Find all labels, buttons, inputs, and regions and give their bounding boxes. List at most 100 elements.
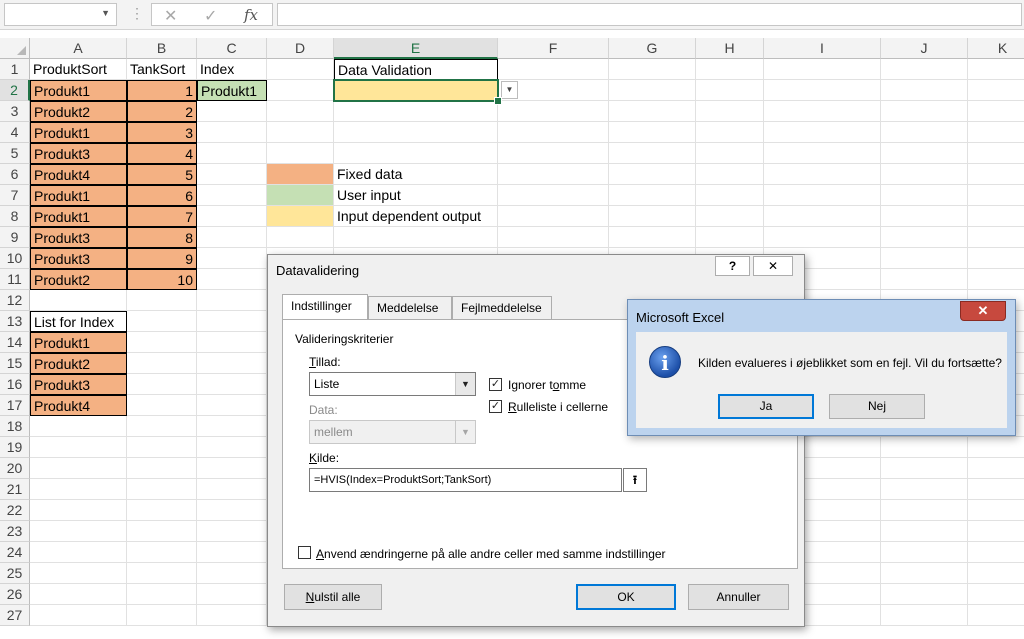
source-input[interactable]: =HVIS(Index=ProduktSort;TankSort) [309, 468, 622, 492]
cell-b2[interactable]: 1 [127, 80, 197, 101]
cell-k23[interactable] [968, 521, 1024, 542]
cell-a14[interactable]: Produkt1 [30, 332, 127, 353]
cell-f8[interactable] [498, 206, 609, 227]
cell-i6[interactable] [764, 164, 881, 185]
cell-a13[interactable]: List for Index [30, 311, 127, 332]
cell-c24[interactable] [197, 542, 267, 563]
column-header-a[interactable]: A [30, 38, 127, 59]
cancel-icon[interactable]: ✕ [164, 6, 177, 26]
cell-c25[interactable] [197, 563, 267, 584]
cell-c10[interactable] [197, 248, 267, 269]
cell-c22[interactable] [197, 500, 267, 521]
cell-j19[interactable] [881, 437, 968, 458]
cell-f3[interactable] [498, 101, 609, 122]
cell-d7[interactable] [267, 185, 334, 206]
cell-j7[interactable] [881, 185, 968, 206]
row-header-12[interactable]: 12 [0, 290, 30, 311]
cell-b4[interactable]: 3 [127, 122, 197, 143]
cell-c3[interactable] [197, 101, 267, 122]
column-header-b[interactable]: B [127, 38, 197, 59]
row-header-27[interactable]: 27 [0, 605, 30, 626]
cell-g3[interactable] [609, 101, 696, 122]
cell-b14[interactable] [127, 332, 197, 353]
row-header-16[interactable]: 16 [0, 374, 30, 395]
cell-d8[interactable] [267, 206, 334, 227]
cell-d1[interactable] [267, 59, 334, 80]
row-header-15[interactable]: 15 [0, 353, 30, 374]
row-header-19[interactable]: 19 [0, 437, 30, 458]
cell-i8[interactable] [764, 206, 881, 227]
cell-j10[interactable] [881, 248, 968, 269]
cell-c27[interactable] [197, 605, 267, 626]
column-header-f[interactable]: F [498, 38, 609, 59]
cell-f4[interactable] [498, 122, 609, 143]
row-header-4[interactable]: 4 [0, 122, 30, 143]
cell-g9[interactable] [609, 227, 696, 248]
cell-j25[interactable] [881, 563, 968, 584]
row-header-18[interactable]: 18 [0, 416, 30, 437]
cell-c7[interactable] [197, 185, 267, 206]
insert-function-icon[interactable]: fx [244, 6, 258, 24]
column-header-i[interactable]: I [764, 38, 881, 59]
cell-i4[interactable] [764, 122, 881, 143]
cell-a15[interactable]: Produkt2 [30, 353, 127, 374]
row-header-7[interactable]: 7 [0, 185, 30, 206]
no-button[interactable]: Nej [829, 394, 925, 419]
cell-c20[interactable] [197, 458, 267, 479]
cell-b16[interactable] [127, 374, 197, 395]
row-header-13[interactable]: 13 [0, 311, 30, 332]
cell-i7[interactable] [764, 185, 881, 206]
cell-c19[interactable] [197, 437, 267, 458]
cell-e1[interactable]: Data Validation [334, 59, 498, 80]
cell-h2[interactable] [696, 80, 764, 101]
cell-j2[interactable] [881, 80, 968, 101]
row-header-1[interactable]: 1 [0, 59, 30, 80]
cell-b10[interactable]: 9 [127, 248, 197, 269]
cell-c14[interactable] [197, 332, 267, 353]
cell-d9[interactable] [267, 227, 334, 248]
cell-c12[interactable] [197, 290, 267, 311]
row-header-20[interactable]: 20 [0, 458, 30, 479]
cell-c2[interactable]: Produkt1 [197, 80, 267, 101]
cell-a16[interactable]: Produkt3 [30, 374, 127, 395]
cell-g6[interactable] [609, 164, 696, 185]
cell-j21[interactable] [881, 479, 968, 500]
column-header-d[interactable]: D [267, 38, 334, 59]
cell-a27[interactable] [30, 605, 127, 626]
close-button[interactable]: ✕ [753, 256, 793, 276]
ignore-blank-checkbox[interactable]: ✓ [489, 378, 502, 391]
cell-c1[interactable]: Index [197, 59, 267, 80]
cell-a22[interactable] [30, 500, 127, 521]
cell-a26[interactable] [30, 584, 127, 605]
ok-button[interactable]: OK [576, 584, 676, 610]
cell-g2[interactable] [609, 80, 696, 101]
column-header-e[interactable]: E [334, 38, 498, 59]
cancel-button[interactable]: Annuller [688, 584, 789, 610]
cell-a8[interactable]: Produkt1 [30, 206, 127, 227]
cell-e2[interactable] [333, 79, 499, 102]
name-box[interactable]: ▼ [4, 3, 117, 26]
cell-a23[interactable] [30, 521, 127, 542]
tab-settings[interactable]: Indstillinger [282, 294, 368, 319]
cell-c17[interactable] [197, 395, 267, 416]
help-button[interactable]: ? [715, 256, 750, 276]
cell-k19[interactable] [968, 437, 1024, 458]
cell-j3[interactable] [881, 101, 968, 122]
cell-h8[interactable] [696, 206, 764, 227]
close-button[interactable]: ✕ [960, 301, 1006, 321]
cell-j26[interactable] [881, 584, 968, 605]
cell-k27[interactable] [968, 605, 1024, 626]
row-header-25[interactable]: 25 [0, 563, 30, 584]
cell-a10[interactable]: Produkt3 [30, 248, 127, 269]
cell-b25[interactable] [127, 563, 197, 584]
cell-a6[interactable]: Produkt4 [30, 164, 127, 185]
cell-a25[interactable] [30, 563, 127, 584]
clear-all-button[interactable]: Nulstil alle [284, 584, 382, 610]
cell-a3[interactable]: Produkt2 [30, 101, 127, 122]
cell-b7[interactable]: 6 [127, 185, 197, 206]
cell-f9[interactable] [498, 227, 609, 248]
cell-c13[interactable] [197, 311, 267, 332]
cell-b22[interactable] [127, 500, 197, 521]
row-header-22[interactable]: 22 [0, 500, 30, 521]
cell-j9[interactable] [881, 227, 968, 248]
